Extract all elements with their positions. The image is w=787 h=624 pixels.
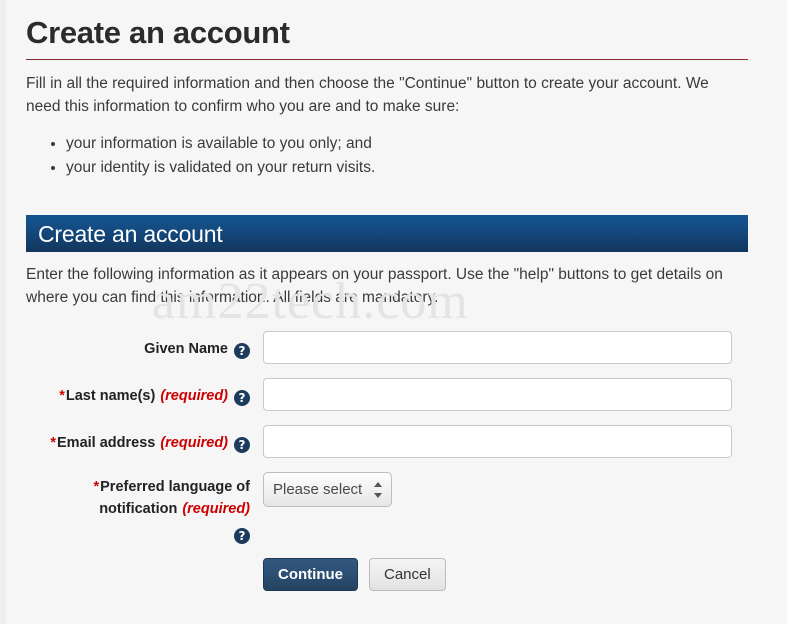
page-content: Create an account Fill in all the requir… bbox=[26, 0, 748, 591]
form-row-given-name: Given Name? bbox=[26, 331, 748, 364]
field-label-text: Email address bbox=[57, 435, 156, 451]
label-last-name: *Last name(s) (required)? bbox=[26, 378, 250, 406]
field-label-text: Last name(s) bbox=[65, 388, 156, 404]
page-title: Create an account bbox=[26, 15, 290, 50]
label-preferred-language: *Preferred language of notification (requ… bbox=[26, 472, 250, 544]
help-icon[interactable]: ? bbox=[234, 390, 250, 406]
help-icon[interactable]: ? bbox=[234, 343, 250, 359]
form-actions: Continue Cancel bbox=[263, 558, 748, 591]
section-header-title: Create an account bbox=[38, 220, 223, 247]
page-intro-paragraph: Fill in all the required information and… bbox=[26, 75, 709, 115]
required-text: (required) bbox=[160, 435, 228, 451]
field-label-text-line2: notification bbox=[99, 501, 178, 517]
section-header-bar: Create an account bbox=[26, 215, 748, 252]
last-name-input[interactable] bbox=[263, 378, 732, 411]
title-divider bbox=[26, 59, 748, 60]
required-asterisk: * bbox=[93, 479, 100, 495]
field-label-text: Given Name bbox=[144, 341, 228, 357]
required-asterisk: * bbox=[50, 435, 56, 451]
input-wrap-email bbox=[250, 425, 748, 458]
required-text: (required) bbox=[182, 501, 250, 517]
field-label-text-line1: Preferred language of bbox=[100, 479, 250, 495]
input-wrap-given-name bbox=[250, 331, 748, 364]
given-name-input[interactable] bbox=[263, 331, 732, 364]
email-input[interactable] bbox=[263, 425, 732, 458]
help-icon[interactable]: ? bbox=[234, 437, 250, 453]
continue-button[interactable]: Continue bbox=[263, 558, 358, 591]
section-intro-paragraph: Enter the following information as it ap… bbox=[26, 266, 723, 306]
create-account-page: am22tech.com Create an account Fill in a… bbox=[0, 0, 787, 624]
label-email: *Email address (required)? bbox=[26, 425, 250, 453]
required-asterisk: * bbox=[59, 388, 65, 404]
help-icon-line: ? bbox=[26, 523, 250, 544]
form-row-preferred-language: *Preferred language of notification (requ… bbox=[26, 472, 748, 544]
required-text: (required) bbox=[160, 388, 228, 404]
page-left-edge bbox=[0, 0, 6, 624]
list-item: your information is available to you onl… bbox=[66, 132, 748, 155]
input-wrap-preferred-language: Please select bbox=[250, 472, 748, 507]
form-row-last-name: *Last name(s) (required)? bbox=[26, 378, 748, 411]
label-given-name: Given Name? bbox=[26, 331, 250, 359]
input-wrap-last-name bbox=[250, 378, 748, 411]
preferred-language-select[interactable]: Please select bbox=[263, 472, 392, 507]
form-row-email: *Email address (required)? bbox=[26, 425, 748, 458]
page-intro-bullet-list: your information is available to you onl… bbox=[26, 132, 748, 179]
language-select-wrap: Please select bbox=[263, 472, 392, 507]
help-icon[interactable]: ? bbox=[234, 528, 250, 544]
create-account-form: Given Name? *Last name(s) (required)? *E… bbox=[26, 331, 748, 591]
cancel-button[interactable]: Cancel bbox=[369, 558, 446, 591]
create-account-section: Create an account Enter the following in… bbox=[26, 215, 748, 591]
list-item: your identity is validated on your retur… bbox=[66, 156, 748, 179]
